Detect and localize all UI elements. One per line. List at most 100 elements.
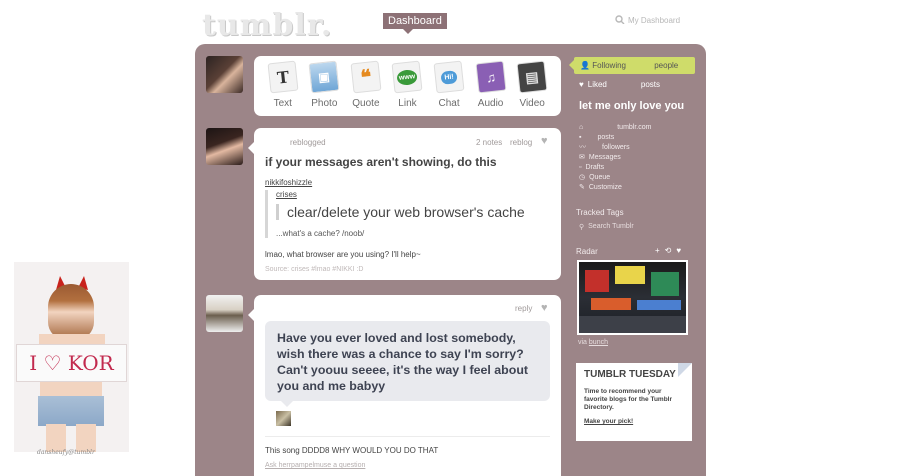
source-user-link[interactable]: crises	[276, 190, 550, 199]
heart-icon[interactable]: ♥	[676, 246, 686, 255]
post-type-link[interactable]: www Link	[387, 60, 427, 116]
wrench-icon: ✎	[579, 184, 585, 191]
neon-sign	[651, 272, 679, 296]
search-tumblr-link[interactable]: ⚲ Search Tumblr	[579, 223, 634, 231]
post-title: if your messages aren't showing, do this	[265, 155, 497, 169]
sidebar-item-customize[interactable]: ✎ Customize	[579, 182, 651, 192]
via-user-link[interactable]: bunch	[589, 339, 608, 346]
quote-icon: ❝	[350, 60, 382, 94]
person-icon: 👤	[580, 61, 590, 70]
post-chat: reply ♥ Have you ever loved and lost som…	[248, 295, 561, 476]
sidebar-item-followers[interactable]: 〰 followers	[579, 142, 651, 152]
tumblr-tuesday-text: Time to recommend your favorite blogs fo…	[584, 388, 672, 411]
like-heart-icon[interactable]: ♥	[541, 135, 548, 147]
post-type-audio[interactable]: ♫ Audio	[471, 60, 511, 116]
post-type-label: Link	[398, 98, 417, 109]
post-type-photo[interactable]: ▣ Photo	[304, 60, 344, 116]
blog-menu: ⌂ tumblr.com ▪ posts 〰 followers ✉ Messages …	[579, 122, 651, 192]
tracked-tags-heading: Tracked Tags	[576, 208, 624, 217]
post-type-video[interactable]: ▤ Video	[512, 60, 552, 116]
post-type-label: Quote	[352, 98, 380, 109]
reblog-link[interactable]: reblog	[510, 138, 532, 147]
sidebar-item-drafts[interactable]: ▫ Drafts	[579, 162, 651, 172]
page-curl-icon	[678, 363, 692, 377]
following-label: Following	[592, 61, 626, 70]
neon-sign	[585, 270, 609, 292]
home-icon: ⌂	[579, 123, 584, 131]
heart-icon: ♥	[579, 80, 584, 89]
blog-title[interactable]: let me only love you	[579, 100, 684, 112]
audio-icon: ♫	[475, 60, 507, 94]
neon-sign	[615, 266, 645, 284]
reblog-icon[interactable]: ⟲	[665, 246, 677, 255]
dashboard-tab[interactable]: Dashboard	[383, 13, 447, 34]
liked-posts-label: posts	[640, 80, 660, 89]
fan-image-caption: dansheufy@tumblr	[37, 449, 95, 456]
ask-link[interactable]: Ask herrpampelmuse a question	[265, 462, 365, 469]
sidebar-item-label: followers	[602, 143, 630, 151]
like-heart-icon[interactable]: ♥	[541, 302, 548, 314]
quote-text-small: ...what's a cache? /noob/	[276, 229, 365, 238]
post-avatar[interactable]	[206, 128, 243, 165]
sidebar-item-label: Customize	[588, 183, 622, 191]
my-avatar[interactable]	[206, 56, 243, 93]
post-type-quote[interactable]: ❝ Quote	[346, 60, 386, 116]
dashboard-search[interactable]: My Dashboard	[615, 15, 680, 26]
radar-heading: Radar	[576, 247, 598, 256]
quote-text-large: clear/delete your web browser's cache	[287, 204, 525, 220]
search-icon	[615, 15, 625, 26]
post-source-tags[interactable]: Source: crises #lmao #NIKKI :D	[265, 266, 363, 273]
asker-avatar[interactable]	[276, 411, 291, 426]
sign-board: I ♡ KOR	[16, 344, 127, 382]
sidebar-item-queue[interactable]: ◷ Queue	[579, 172, 651, 182]
search-tumblr-label: Search Tumblr	[588, 223, 634, 230]
tumblr-logo[interactable]: tumblr.	[202, 8, 332, 43]
neon-sign	[591, 298, 631, 310]
sidebar-item-messages[interactable]: ✉ Messages	[579, 152, 651, 162]
photo-icon: ▣	[308, 60, 340, 94]
make-your-pick-link[interactable]: Make your pick!	[584, 418, 684, 425]
reblog-quote: crises clear/delete your web browser's c…	[265, 190, 550, 238]
search-icon: ⚲	[579, 224, 585, 231]
link-icon: www	[391, 60, 423, 94]
sidebar-item-posts[interactable]: ▪ posts	[579, 132, 651, 142]
activity-icon: 〰	[579, 144, 586, 151]
liked-link[interactable]: ♥ Liked posts	[579, 80, 660, 89]
neon-sign	[637, 300, 681, 310]
reblogged-label: reblogged	[290, 138, 326, 147]
divider	[265, 436, 550, 437]
street	[579, 316, 686, 333]
tumblr-tuesday-card: TUMBLR TUESDAY Time to recommend your fa…	[576, 363, 692, 441]
sidebar-item-label: Messages	[588, 153, 621, 161]
post-avatar[interactable]	[206, 295, 243, 332]
sidebar-item-blog-url[interactable]: ⌂ tumblr.com	[579, 122, 651, 132]
reblog-user-link[interactable]: nikkifoshizzle	[265, 178, 312, 187]
add-icon[interactable]: +	[655, 246, 665, 255]
post-type-label: Chat	[438, 98, 460, 109]
clock-icon: ◷	[579, 174, 586, 181]
radar-photo[interactable]	[577, 260, 688, 335]
post-type-label: Text	[273, 98, 292, 109]
reply-link[interactable]: reply	[515, 304, 532, 313]
notes-count[interactable]: 2 notes	[476, 138, 502, 147]
post-type-chat[interactable]: Hi! Chat	[429, 60, 469, 116]
post-type-bar: T Text ▣ Photo ❝ Quote www Link Hi! Chat…	[254, 56, 561, 116]
question-bubble: Have you ever loved and lost somebody, w…	[265, 321, 550, 407]
people-label: people	[654, 61, 679, 70]
post-type-label: Photo	[311, 98, 338, 109]
via-label: via	[578, 339, 587, 346]
search-label: My Dashboard	[628, 16, 681, 25]
post-caption: This song DDDD8 WHY WOULD YOU DO THAT	[265, 446, 439, 455]
text-icon: T	[267, 60, 299, 94]
post-type-text[interactable]: T Text	[263, 60, 303, 116]
sidebar-item-label: Queue	[589, 173, 611, 181]
radar-actions: +⟲♥	[655, 246, 686, 255]
sidebar-item-label: Drafts	[585, 163, 605, 171]
girl-leg	[46, 424, 66, 452]
mail-icon: ✉	[579, 154, 585, 161]
post-type-label: Audio	[477, 98, 504, 109]
girl-head	[48, 284, 94, 340]
tumblr-tuesday-title: TUMBLR TUESDAY	[584, 369, 676, 380]
inner-quote: clear/delete your web browser's cache	[276, 204, 550, 220]
following-button[interactable]: 👤 Following people	[569, 57, 695, 74]
